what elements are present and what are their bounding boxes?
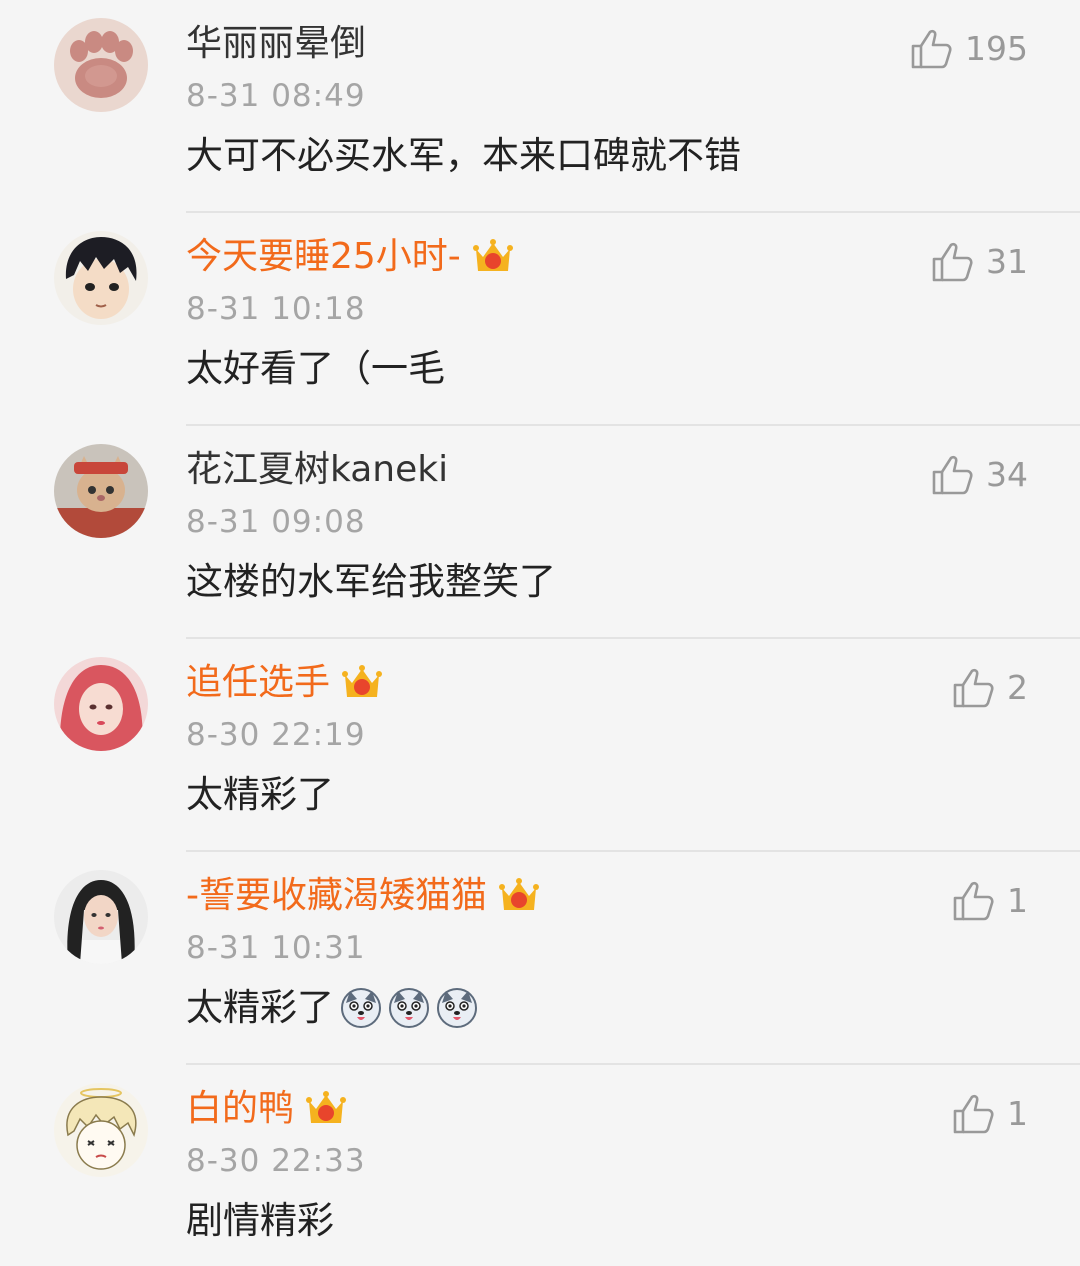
timestamp: 8-31 09:08	[186, 504, 366, 540]
comment-item: 追任选手 8-30 22:19 太精彩了 2	[0, 639, 1080, 852]
thumbs-up-icon	[930, 240, 974, 284]
comment-item: -誓要收藏渴矮猫猫 8-31 10:31 太精彩了 1	[0, 852, 1080, 1065]
timestamp: 8-30 22:33	[186, 1143, 366, 1179]
crown-icon	[340, 661, 384, 705]
husky-emoji-icon	[436, 987, 478, 1029]
comment-text-content: 剧情精彩	[186, 1199, 334, 1242]
sketch-boy-avatar[interactable]	[54, 1083, 148, 1177]
thumbs-up-icon	[909, 27, 953, 71]
thumbs-up-icon	[930, 453, 974, 497]
username[interactable]: 今天要睡25小时-	[186, 231, 461, 283]
cat-paw-avatar[interactable]	[54, 18, 148, 112]
comment-text: 这楼的水军给我整笑了	[186, 554, 556, 610]
comment-item: 今天要睡25小时- 8-31 10:18 太好看了（一毛 31	[0, 213, 1080, 426]
comment-text-content: 太精彩了	[186, 986, 334, 1029]
husky-emoji-icon	[388, 987, 430, 1029]
cat-costume-avatar[interactable]	[54, 444, 148, 538]
comment-text-content: 这楼的水军给我整笑了	[186, 560, 556, 603]
timestamp: 8-31 10:18	[186, 291, 366, 327]
crown-icon	[304, 1087, 348, 1131]
like-count: 34	[986, 455, 1028, 494]
husky-emoji-icon	[340, 987, 382, 1029]
username[interactable]: 追任选手	[186, 657, 330, 709]
like-button[interactable]: 1	[951, 1089, 1028, 1139]
username[interactable]: 华丽丽晕倒	[186, 18, 366, 70]
like-button[interactable]: 2	[951, 663, 1028, 713]
crown-icon	[471, 235, 515, 279]
timestamp: 8-30 22:19	[186, 717, 366, 753]
comment-item: 白的鸭 8-30 22:33 剧情精彩 1	[0, 1065, 1080, 1266]
comment-text-content: 太精彩了	[186, 773, 334, 816]
name-row: 华丽丽晕倒	[186, 18, 366, 70]
username[interactable]: 白的鸭	[186, 1083, 294, 1135]
thumbs-up-icon	[951, 1092, 995, 1136]
comment-text: 大可不必买水军，本来口碑就不错	[186, 128, 741, 184]
comment-text-content: 太好看了（一毛	[186, 347, 445, 390]
username[interactable]: -誓要收藏渴矮猫猫	[186, 870, 487, 922]
name-row: 追任选手	[186, 657, 384, 709]
like-button[interactable]: 31	[930, 237, 1028, 287]
comment-item: 花江夏树kaneki 8-31 09:08 这楼的水军给我整笑了 34	[0, 426, 1080, 639]
name-row: 白的鸭	[186, 1083, 348, 1135]
like-count: 1	[1007, 881, 1028, 920]
name-row: 花江夏树kaneki	[186, 444, 448, 496]
comment-text: 剧情精彩	[186, 1193, 334, 1249]
like-count: 2	[1007, 668, 1028, 707]
like-count: 195	[965, 29, 1028, 68]
thumbs-up-icon	[951, 879, 995, 923]
like-button[interactable]: 1	[951, 876, 1028, 926]
comment-text: 太精彩了	[186, 767, 334, 823]
comment-list: 华丽丽晕倒 8-31 08:49 大可不必买水军，本来口碑就不错 195 今天要…	[0, 0, 1080, 1266]
username[interactable]: 花江夏树kaneki	[186, 444, 448, 496]
like-count: 31	[986, 242, 1028, 281]
thumbs-up-icon	[951, 666, 995, 710]
name-row: 今天要睡25小时-	[186, 231, 515, 283]
crown-icon	[497, 874, 541, 918]
like-button[interactable]: 195	[909, 24, 1028, 74]
comment-item: 华丽丽晕倒 8-31 08:49 大可不必买水军，本来口碑就不错 195	[0, 0, 1080, 213]
girl-portrait-avatar[interactable]	[54, 870, 148, 964]
like-count: 1	[1007, 1094, 1028, 1133]
girl-red-hair-avatar[interactable]	[54, 657, 148, 751]
comment-text: 太精彩了	[186, 980, 478, 1036]
timestamp: 8-31 08:49	[186, 78, 366, 114]
name-row: -誓要收藏渴矮猫猫	[186, 870, 541, 922]
anime-boy-avatar[interactable]	[54, 231, 148, 325]
timestamp: 8-31 10:31	[186, 930, 366, 966]
like-button[interactable]: 34	[930, 450, 1028, 500]
comment-text: 太好看了（一毛	[186, 341, 445, 397]
comment-text-content: 大可不必买水军，本来口碑就不错	[186, 134, 741, 177]
